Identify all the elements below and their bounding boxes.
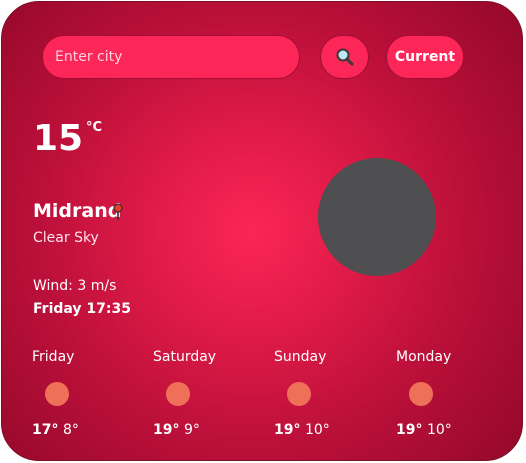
forecast-high: 17° <box>32 422 59 438</box>
current-day-time: Friday 17:35 <box>33 301 131 317</box>
wind-speed: Wind: 3 m/s <box>33 278 117 294</box>
forecast-low: 9° <box>183 422 200 438</box>
current-temperature: 15 <box>33 118 84 159</box>
forecast-high: 19° <box>153 422 180 438</box>
weather-card: Current 15 °C Midrand Clear Sky Wind: 3 … <box>1 1 523 461</box>
forecast-temps: 19° 10° <box>396 422 452 438</box>
current-location-button[interactable]: Current <box>386 35 464 79</box>
sun-icon <box>287 382 311 406</box>
forecast-temps: 19° 10° <box>274 422 330 438</box>
sun-icon <box>45 382 69 406</box>
location-pin-icon <box>113 203 123 220</box>
city-search-input[interactable] <box>42 35 300 79</box>
city-name: Midrand <box>33 200 122 222</box>
forecast-day-label: Monday <box>396 349 452 365</box>
forecast-day-label: Friday <box>32 349 75 365</box>
search-button[interactable] <box>320 35 369 79</box>
forecast-day-label: Saturday <box>153 349 217 365</box>
sun-icon <box>166 382 190 406</box>
forecast-low: 10° <box>304 422 330 438</box>
forecast-temps: 19° 9° <box>153 422 200 438</box>
temperature-unit: °C <box>86 120 103 135</box>
forecast-low: 10° <box>426 422 452 438</box>
moon-icon <box>318 158 436 276</box>
forecast-day-label: Sunday <box>274 349 327 365</box>
forecast-high: 19° <box>274 422 301 438</box>
forecast-high: 19° <box>396 422 423 438</box>
search-icon <box>336 48 353 66</box>
forecast-low: 8° <box>62 422 79 438</box>
weather-condition: Clear Sky <box>33 230 99 246</box>
sun-icon <box>409 382 433 406</box>
forecast-temps: 17° 8° <box>32 422 79 438</box>
